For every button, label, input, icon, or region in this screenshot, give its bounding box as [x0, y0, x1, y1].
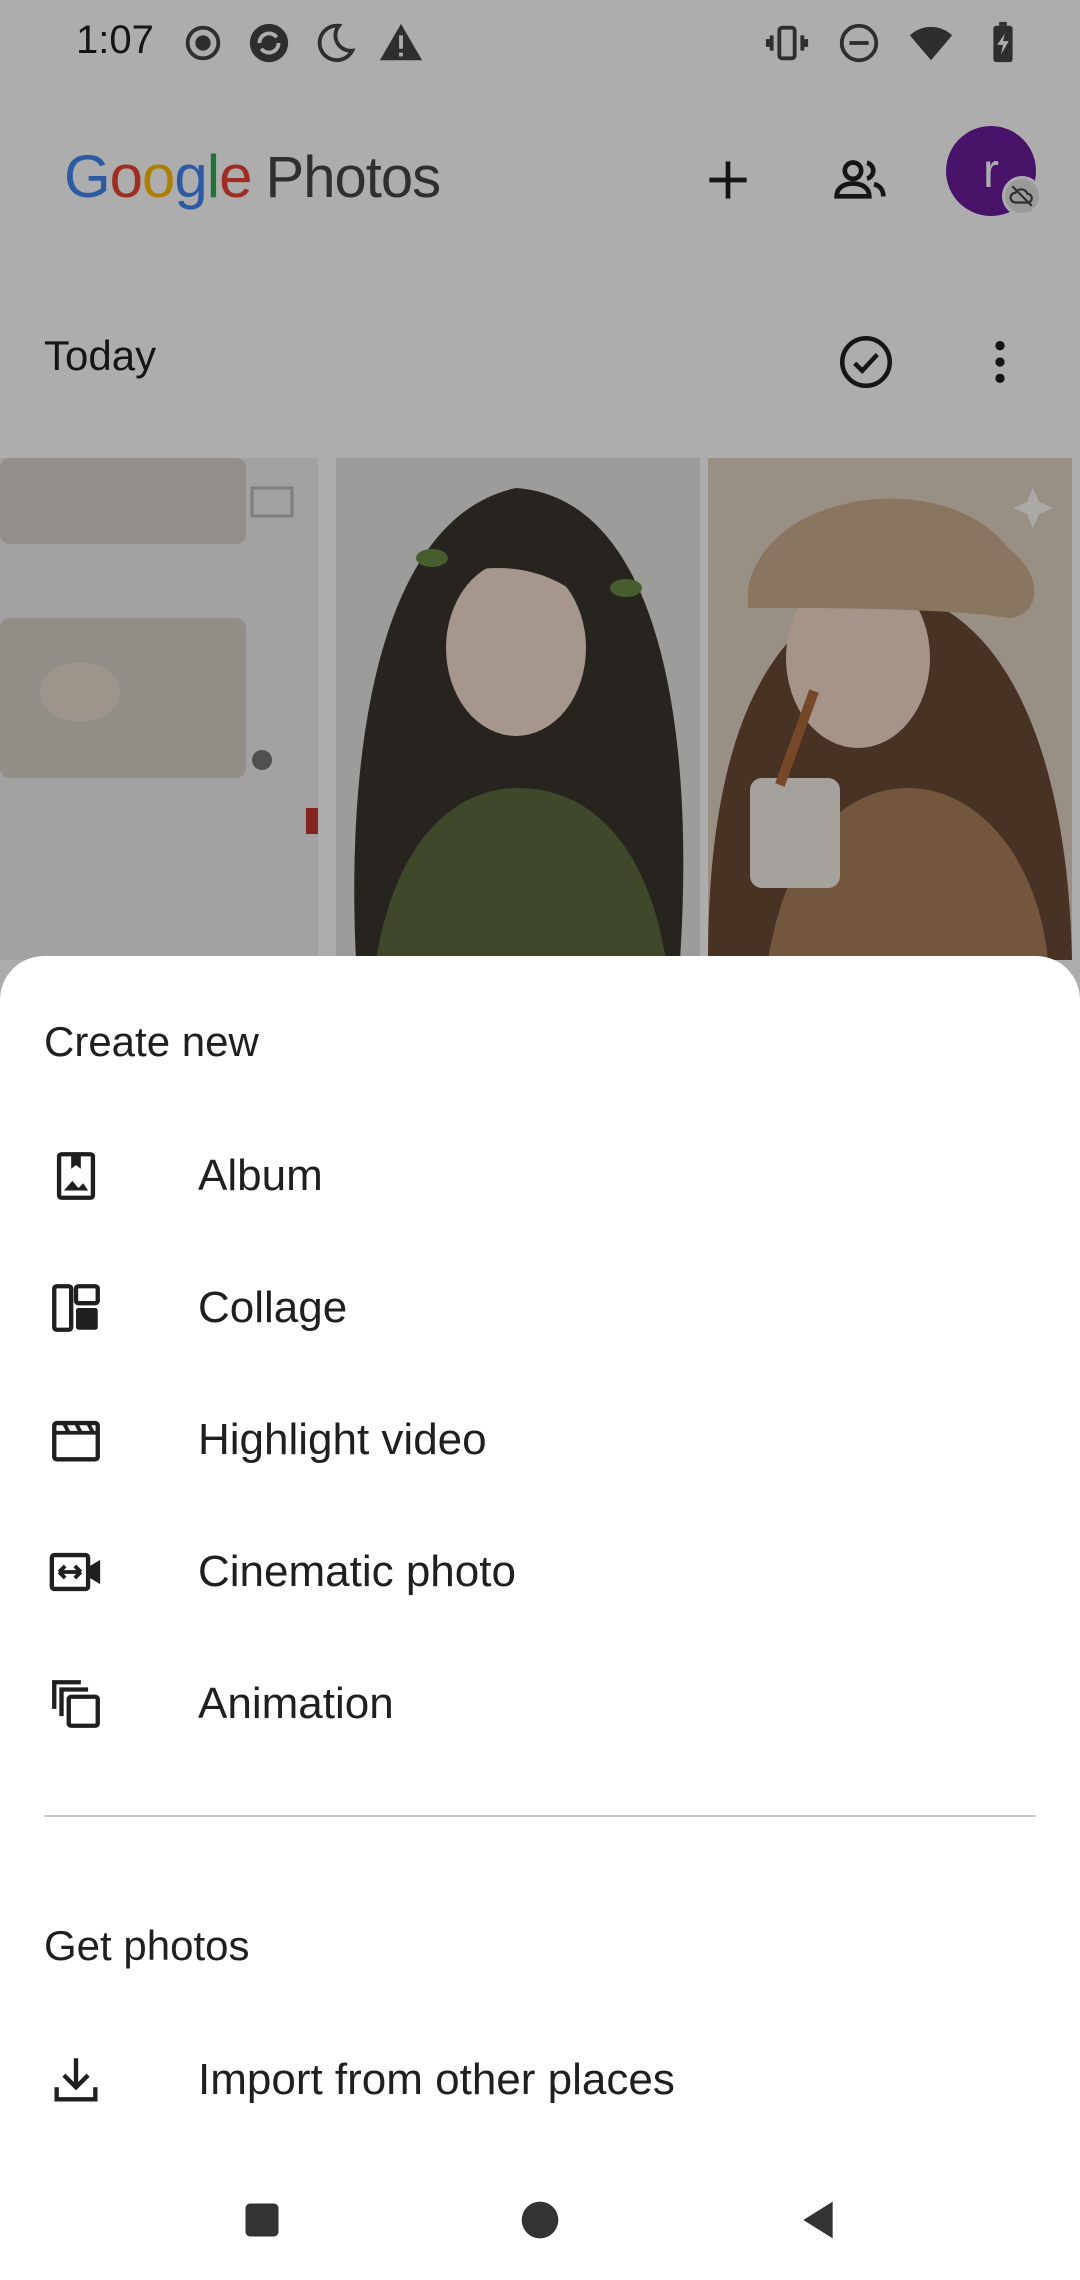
- create-highlight-video-item[interactable]: Highlight video: [0, 1374, 1080, 1506]
- album-icon: [46, 1146, 106, 1206]
- highlight-video-icon: [46, 1410, 106, 1470]
- create-bottom-sheet: Create new Album Collage Highlight video…: [0, 956, 1080, 2280]
- create-highlight-video-label: Highlight video: [198, 1415, 487, 1464]
- recents-square-icon: [245, 2203, 279, 2237]
- create-collage-item[interactable]: Collage: [0, 1242, 1080, 1374]
- sheet-divider: [44, 1815, 1036, 1817]
- back-triangle-icon: [803, 2201, 833, 2239]
- back-button[interactable]: [786, 2188, 850, 2252]
- create-cinematic-photo-item[interactable]: Cinematic photo: [0, 1506, 1080, 1638]
- create-album-label: Album: [198, 1151, 323, 1200]
- home-circle-icon: [521, 2201, 559, 2239]
- create-new-heading: Create new: [44, 1018, 259, 1065]
- animation-icon: [46, 1674, 106, 1734]
- create-animation-item[interactable]: Animation: [0, 1638, 1080, 1770]
- system-navigation-bar: [0, 2160, 1080, 2280]
- import-from-other-places-item[interactable]: Import from other places: [0, 2014, 1080, 2146]
- import-from-other-places-label: Import from other places: [198, 2055, 675, 2104]
- create-collage-label: Collage: [198, 1283, 348, 1332]
- collage-icon: [46, 1278, 106, 1338]
- home-button[interactable]: [508, 2188, 572, 2252]
- create-album-item[interactable]: Album: [0, 1110, 1080, 1242]
- create-cinematic-photo-label: Cinematic photo: [198, 1547, 516, 1596]
- download-icon: [46, 2050, 106, 2110]
- get-photos-heading: Get photos: [44, 1922, 250, 1969]
- recents-button[interactable]: [230, 2188, 294, 2252]
- cinematic-photo-icon: [46, 1542, 106, 1602]
- create-animation-label: Animation: [198, 1679, 394, 1728]
